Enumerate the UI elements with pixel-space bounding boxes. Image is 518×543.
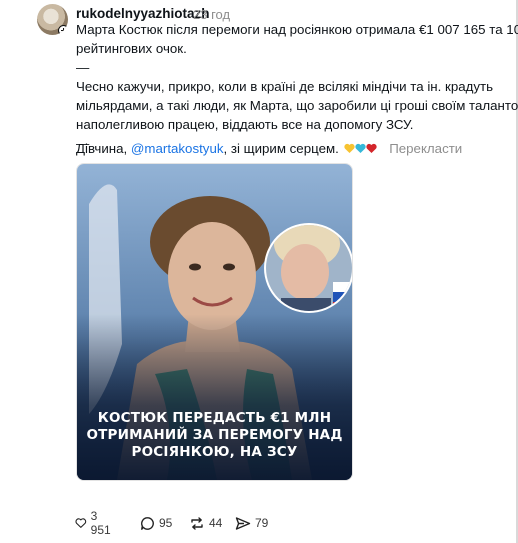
last-line-suffix: , зі щирим серцем. (223, 141, 339, 156)
image-headline-line-3: РОСІЯНКОЮ, НА ЗСУ (131, 444, 298, 460)
post-text-line-6: Дівчина, @martakostyuk, зі щирим серцем.… (76, 139, 462, 159)
like-button[interactable]: 3 951 (75, 509, 114, 537)
share-button[interactable]: 79 (235, 514, 268, 532)
repost-count: 44 (209, 516, 223, 530)
image-headline-line-2: ОТРИМАНИЙ ЗА ПЕРЕМОГУ НАД (86, 427, 343, 443)
translate-link[interactable]: Перекласти (389, 141, 462, 156)
post-text-line-4: мільярдами, а такі люди, як Марта, що за… (76, 98, 518, 113)
share-count: 79 (255, 516, 269, 530)
yellow-heart-icon (343, 143, 355, 153)
comment-icon (141, 516, 154, 530)
hearts-emoji (343, 140, 378, 159)
repost-button[interactable]: 44 (189, 514, 222, 532)
post-text-line-5: наполегливою працею, віддають все на доп… (76, 117, 414, 132)
follow-plus-icon[interactable] (58, 25, 68, 35)
post-text-line-3: Чесно кажучи, прикро, коли в країні де в… (76, 79, 494, 94)
red-heart-icon (365, 143, 377, 153)
last-line-prefix: Дівчина, (76, 141, 131, 156)
comment-count: 95 (159, 516, 173, 530)
like-count: 3 951 (90, 509, 111, 537)
blue-heart-icon (354, 143, 366, 153)
share-icon (235, 516, 251, 530)
image-headline-line-1: КОСТЮК ПЕРЕДАСТЬ €1 МЛН (97, 410, 332, 426)
comment-button[interactable]: 95 (140, 514, 172, 532)
post-text-line-1: Марта Костюк після перемоги над росіянко… (76, 22, 518, 37)
avatar[interactable] (37, 4, 68, 35)
repost-icon (191, 516, 203, 530)
mention-link[interactable]: @martakostyuk (131, 141, 224, 156)
heart-icon (75, 518, 87, 528)
username[interactable]: rukodelnyyazhiotazh (76, 6, 210, 21)
post-text-line-2: рейтингових очок. (76, 41, 187, 56)
post-image[interactable]: КОСТЮК ПЕРЕДАСТЬ €1 МЛН ОТРИМАНИЙ ЗА ПЕР… (76, 163, 353, 481)
post-text-separator-1: — (76, 60, 90, 75)
